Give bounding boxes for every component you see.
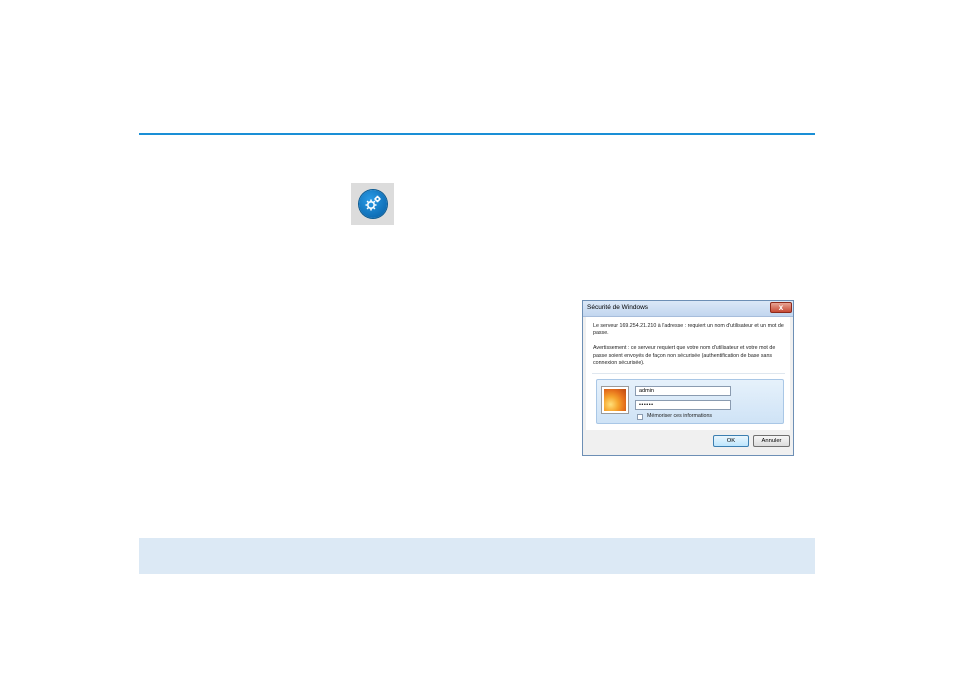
cancel-button[interactable]: Annuler — [753, 435, 790, 447]
dialog-body: Le serveur 169.254.21.210 à l'adresse : … — [586, 317, 790, 430]
dialog-warning: Avertissement : ce serveur requiert que … — [593, 345, 776, 366]
user-picture-image — [604, 389, 626, 411]
dialog-titlebar: Sécurité de Windows x — [583, 301, 793, 317]
settings-gear-icon — [358, 190, 387, 218]
user-picture-icon — [601, 386, 629, 414]
dialog-message: Le serveur 169.254.21.210 à l'adresse : … — [593, 323, 784, 336]
dialog-separator — [592, 373, 785, 374]
windows-security-dialog: Sécurité de Windows x Le serveur 169.254… — [582, 300, 794, 456]
ok-button[interactable]: OK — [713, 435, 749, 447]
footer-band — [139, 538, 815, 574]
remember-checkbox[interactable] — [637, 414, 643, 420]
header-divider — [139, 133, 815, 135]
gear-icon — [365, 195, 381, 211]
password-field[interactable]: •••••• — [635, 400, 731, 410]
close-icon[interactable]: x — [770, 302, 792, 313]
close-glyph: x — [778, 302, 784, 312]
dialog-title: Sécurité de Windows — [587, 304, 649, 311]
remember-label: Mémoriser ces informations — [647, 413, 713, 419]
credential-tile: admin •••••• Mémoriser ces informations — [596, 379, 784, 424]
settings-button[interactable] — [351, 183, 394, 225]
username-field[interactable]: admin — [635, 386, 731, 396]
